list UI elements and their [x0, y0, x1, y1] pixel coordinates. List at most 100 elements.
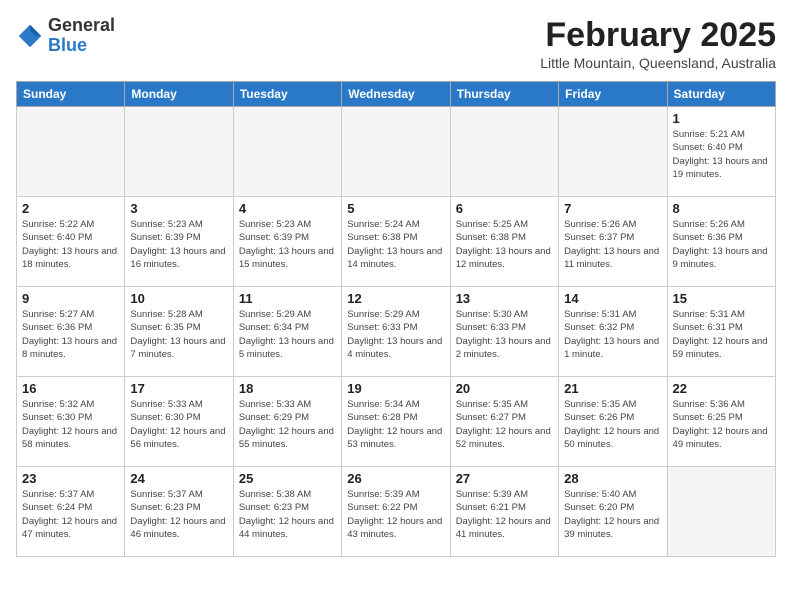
day-number: 12	[347, 291, 444, 306]
day-info: Sunrise: 5:33 AMSunset: 6:29 PMDaylight:…	[239, 398, 336, 451]
calendar-day-cell: 16Sunrise: 5:32 AMSunset: 6:30 PMDayligh…	[17, 377, 125, 467]
day-info: Sunrise: 5:31 AMSunset: 6:32 PMDaylight:…	[564, 308, 661, 361]
calendar-day-cell: 7Sunrise: 5:26 AMSunset: 6:37 PMDaylight…	[559, 197, 667, 287]
calendar-day-cell: 24 Sunrise: 5:37 AMSunset: 6:23 PMDayligh…	[125, 467, 233, 557]
calendar-day-cell	[450, 107, 558, 197]
day-of-week-header: Sunday	[17, 82, 125, 107]
day-info: Sunrise: 5:37 AMSunset: 6:23 PMDaylight:…	[130, 488, 227, 541]
day-info: Sunrise: 5:23 AMSunset: 6:39 PMDaylight:…	[130, 218, 227, 271]
calendar-day-cell	[17, 107, 125, 197]
calendar-day-cell: 15 Sunrise: 5:31 AMSunset: 6:31 PMDayligh…	[667, 287, 775, 377]
calendar-title: February 2025	[540, 16, 776, 55]
day-info: Sunrise: 5:25 AMSunset: 6:38 PMDaylight:…	[456, 218, 553, 271]
day-info: Sunrise: 5:22 AMSunset: 6:40 PMDaylight:…	[22, 218, 119, 271]
day-of-week-header: Wednesday	[342, 82, 450, 107]
calendar-day-cell: 9 Sunrise: 5:27 AMSunset: 6:36 PMDaylight…	[17, 287, 125, 377]
day-number: 8	[673, 201, 770, 216]
calendar-header-row: SundayMondayTuesdayWednesdayThursdayFrid…	[17, 82, 776, 107]
day-info: Sunrise: 5:34 AMSunset: 6:28 PMDaylight:…	[347, 398, 444, 451]
calendar-table: SundayMondayTuesdayWednesdayThursdayFrid…	[16, 81, 776, 557]
day-info: Sunrise: 5:21 AMSunset: 6:40 PMDaylight:…	[673, 128, 770, 181]
calendar-day-cell: 28 Sunrise: 5:40 AMSunset: 6:20 PMDayligh…	[559, 467, 667, 557]
calendar-day-cell	[342, 107, 450, 197]
calendar-day-cell	[233, 107, 341, 197]
calendar-week-row: 9 Sunrise: 5:27 AMSunset: 6:36 PMDaylight…	[17, 287, 776, 377]
day-number: 18	[239, 381, 336, 396]
day-number: 26	[347, 471, 444, 486]
day-info: Sunrise: 5:26 AMSunset: 6:36 PMDaylight:…	[673, 218, 770, 271]
day-number: 3	[130, 201, 227, 216]
calendar-day-cell: 26 Sunrise: 5:39 AMSunset: 6:22 PMDayligh…	[342, 467, 450, 557]
day-info: Sunrise: 5:40 AMSunset: 6:20 PMDaylight:…	[564, 488, 661, 541]
day-number: 19	[347, 381, 444, 396]
logo-blue-text: Blue	[48, 36, 115, 56]
day-info: Sunrise: 5:26 AMSunset: 6:37 PMDaylight:…	[564, 218, 661, 271]
day-info: Sunrise: 5:39 AMSunset: 6:22 PMDaylight:…	[347, 488, 444, 541]
day-info: Sunrise: 5:24 AMSunset: 6:38 PMDaylight:…	[347, 218, 444, 271]
day-number: 5	[347, 201, 444, 216]
calendar-week-row: 23Sunrise: 5:37 AMSunset: 6:24 PMDayligh…	[17, 467, 776, 557]
calendar-day-cell: 23Sunrise: 5:37 AMSunset: 6:24 PMDayligh…	[17, 467, 125, 557]
day-info: Sunrise: 5:31 AMSunset: 6:31 PMDaylight:…	[673, 308, 770, 361]
calendar-day-cell: 20Sunrise: 5:35 AMSunset: 6:27 PMDayligh…	[450, 377, 558, 467]
day-number: 21	[564, 381, 661, 396]
day-number: 2	[22, 201, 119, 216]
day-number: 11	[239, 291, 336, 306]
calendar-week-row: 16Sunrise: 5:32 AMSunset: 6:30 PMDayligh…	[17, 377, 776, 467]
calendar-day-cell: 6 Sunrise: 5:25 AMSunset: 6:38 PMDaylight…	[450, 197, 558, 287]
day-info: Sunrise: 5:35 AMSunset: 6:26 PMDaylight:…	[564, 398, 661, 451]
day-info: Sunrise: 5:33 AMSunset: 6:30 PMDaylight:…	[130, 398, 227, 451]
calendar-day-cell: 22Sunrise: 5:36 AMSunset: 6:25 PMDayligh…	[667, 377, 775, 467]
calendar-day-cell: 27 Sunrise: 5:39 AMSunset: 6:21 PMDayligh…	[450, 467, 558, 557]
logo-general-text: General	[48, 16, 115, 36]
day-number: 15	[673, 291, 770, 306]
day-info: Sunrise: 5:29 AMSunset: 6:33 PMDaylight:…	[347, 308, 444, 361]
calendar-day-cell: 25 Sunrise: 5:38 AMSunset: 6:23 PMDayligh…	[233, 467, 341, 557]
title-area: February 2025 Little Mountain, Queenslan…	[540, 16, 776, 71]
day-info: Sunrise: 5:39 AMSunset: 6:21 PMDaylight:…	[456, 488, 553, 541]
day-info: Sunrise: 5:30 AMSunset: 6:33 PMDaylight:…	[456, 308, 553, 361]
day-number: 23	[22, 471, 119, 486]
calendar-day-cell: 5 Sunrise: 5:24 AMSunset: 6:38 PMDaylight…	[342, 197, 450, 287]
calendar-day-cell: 12 Sunrise: 5:29 AMSunset: 6:33 PMDayligh…	[342, 287, 450, 377]
day-number: 22	[673, 381, 770, 396]
day-number: 9	[22, 291, 119, 306]
day-of-week-header: Tuesday	[233, 82, 341, 107]
calendar-day-cell: 11 Sunrise: 5:29 AMSunset: 6:34 PMDayligh…	[233, 287, 341, 377]
day-number: 4	[239, 201, 336, 216]
day-number: 27	[456, 471, 553, 486]
calendar-day-cell	[667, 467, 775, 557]
day-number: 25	[239, 471, 336, 486]
calendar-day-cell: 19 Sunrise: 5:34 AMSunset: 6:28 PMDayligh…	[342, 377, 450, 467]
day-of-week-header: Thursday	[450, 82, 558, 107]
day-number: 1	[673, 111, 770, 126]
day-number: 13	[456, 291, 553, 306]
calendar-day-cell	[125, 107, 233, 197]
day-number: 24	[130, 471, 227, 486]
calendar-day-cell: 14Sunrise: 5:31 AMSunset: 6:32 PMDayligh…	[559, 287, 667, 377]
day-of-week-header: Saturday	[667, 82, 775, 107]
day-info: Sunrise: 5:27 AMSunset: 6:36 PMDaylight:…	[22, 308, 119, 361]
day-number: 17	[130, 381, 227, 396]
day-number: 6	[456, 201, 553, 216]
calendar-day-cell	[559, 107, 667, 197]
calendar-day-cell: 13 Sunrise: 5:30 AMSunset: 6:33 PMDayligh…	[450, 287, 558, 377]
calendar-day-cell: 3 Sunrise: 5:23 AMSunset: 6:39 PMDaylight…	[125, 197, 233, 287]
calendar-day-cell: 8 Sunrise: 5:26 AMSunset: 6:36 PMDaylight…	[667, 197, 775, 287]
calendar-day-cell: 2 Sunrise: 5:22 AMSunset: 6:40 PMDaylight…	[17, 197, 125, 287]
calendar-day-cell: 1 Sunrise: 5:21 AMSunset: 6:40 PMDaylight…	[667, 107, 775, 197]
day-info: Sunrise: 5:23 AMSunset: 6:39 PMDaylight:…	[239, 218, 336, 271]
day-of-week-header: Friday	[559, 82, 667, 107]
day-info: Sunrise: 5:28 AMSunset: 6:35 PMDaylight:…	[130, 308, 227, 361]
day-of-week-header: Monday	[125, 82, 233, 107]
logo: General Blue	[16, 16, 115, 56]
day-info: Sunrise: 5:32 AMSunset: 6:30 PMDaylight:…	[22, 398, 119, 451]
header: General Blue February 2025 Little Mounta…	[16, 16, 776, 71]
day-info: Sunrise: 5:38 AMSunset: 6:23 PMDaylight:…	[239, 488, 336, 541]
calendar-day-cell: 4 Sunrise: 5:23 AMSunset: 6:39 PMDaylight…	[233, 197, 341, 287]
day-number: 28	[564, 471, 661, 486]
calendar-day-cell: 21 Sunrise: 5:35 AMSunset: 6:26 PMDayligh…	[559, 377, 667, 467]
day-number: 20	[456, 381, 553, 396]
day-info: Sunrise: 5:29 AMSunset: 6:34 PMDaylight:…	[239, 308, 336, 361]
calendar-day-cell: 10Sunrise: 5:28 AMSunset: 6:35 PMDayligh…	[125, 287, 233, 377]
